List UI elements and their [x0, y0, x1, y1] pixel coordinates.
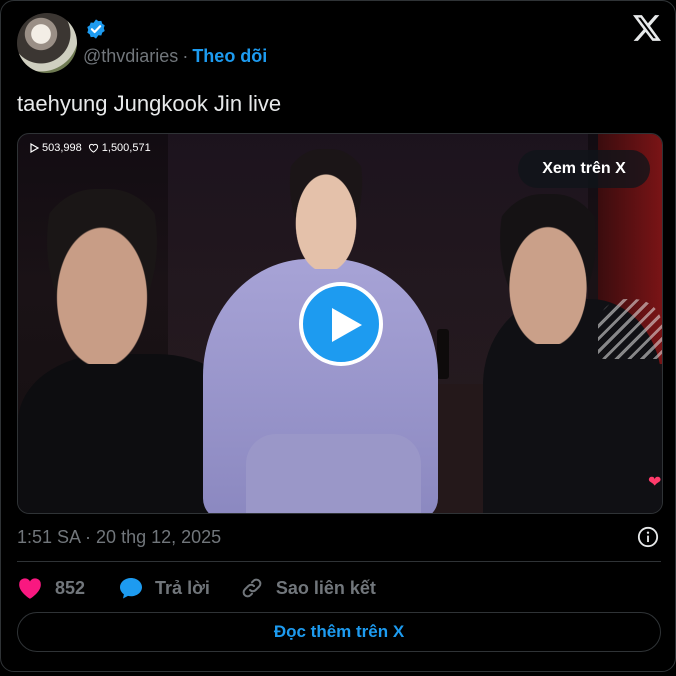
action-bar: 852 Trả lời Sao liên kết	[17, 574, 376, 602]
follow-link[interactable]: Theo dõi	[192, 46, 267, 66]
like-count-overlay: 1,500,571	[88, 142, 151, 154]
like-button[interactable]: 852	[17, 576, 85, 600]
video-player[interactable]: ❤ 503,998 1,500,571 Xem trên X	[17, 133, 663, 514]
floating-heart-icon: ❤	[648, 474, 662, 491]
copy-link-button[interactable]: Sao liên kết	[240, 576, 376, 600]
verified-badge-icon	[87, 19, 105, 39]
reply-bubble-icon	[120, 578, 143, 599]
view-count-value: 503,998	[42, 142, 82, 154]
view-count: 503,998	[30, 142, 82, 154]
video-person-center-head	[280, 149, 372, 269]
divider	[17, 561, 661, 562]
play-icon	[332, 308, 362, 342]
link-icon	[242, 578, 262, 598]
author-row: @thvdiaries · Theo dõi	[83, 46, 267, 67]
tweet-text: taehyung Jungkook Jin live	[17, 91, 282, 116]
reply-button[interactable]: Trả lời	[119, 577, 210, 599]
video-like-count-value: 1,500,571	[101, 142, 151, 154]
play-small-icon	[30, 143, 39, 153]
video-person-right-head	[488, 194, 608, 344]
author-handle[interactable]: @thvdiaries	[83, 46, 178, 66]
reply-label: Trả lời	[155, 577, 210, 598]
video-person-left-head	[32, 189, 172, 364]
tweet-embed-card: @thvdiaries · Theo dõi taehyung Jungkook J…	[0, 0, 676, 672]
tweet-timestamp[interactable]: 1:51 SA · 20 thg 12, 2025	[17, 527, 221, 548]
heart-outline-icon	[88, 143, 98, 153]
video-stats: 503,998 1,500,571	[30, 142, 151, 154]
read-more-on-x-button[interactable]: Đọc thêm trên X	[17, 612, 661, 652]
like-count: 852	[55, 577, 86, 598]
separator-dot: ·	[182, 46, 189, 66]
heart-icon	[19, 578, 41, 599]
avatar[interactable]	[17, 13, 77, 73]
copy-link-label: Sao liên kết	[275, 577, 376, 598]
watch-on-x-button[interactable]: Xem trên X	[518, 150, 650, 188]
video-frame-bottle	[437, 329, 449, 379]
video-person-center-legs	[246, 434, 421, 513]
x-logo-icon[interactable]	[633, 15, 661, 41]
info-icon[interactable]	[637, 526, 659, 548]
play-button[interactable]	[299, 282, 383, 366]
